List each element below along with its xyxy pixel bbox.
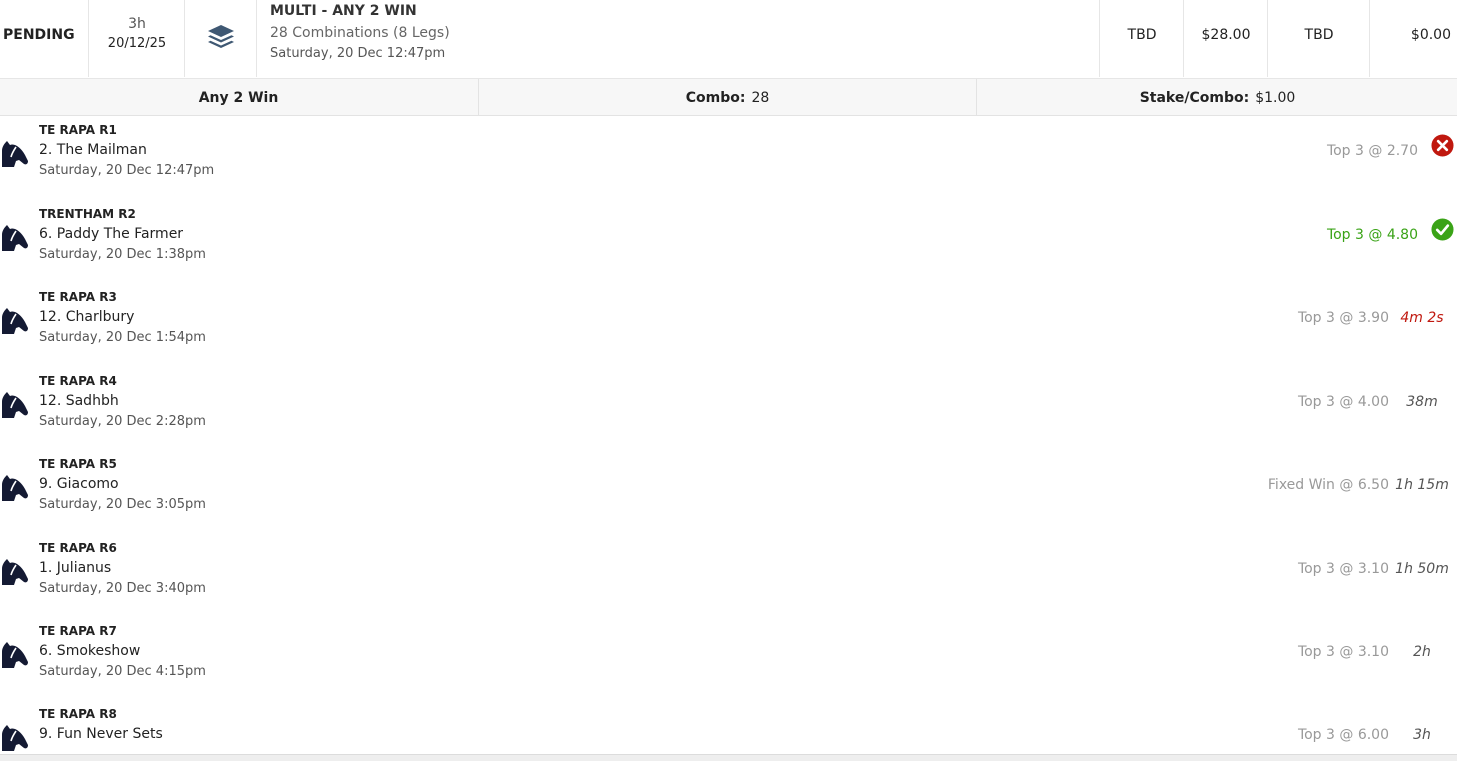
leg-runner: 9. Giacomo <box>39 476 119 492</box>
bet-time-cell: 3h 20/12/25 <box>88 0 185 77</box>
horse-head-icon <box>1 390 29 424</box>
close-circle-icon <box>1431 134 1454 161</box>
leg-odds: Top 3 @ 2.70 <box>1326 143 1418 159</box>
horse-head-icon <box>1 306 29 340</box>
leg-odds: Top 3 @ 3.90 <box>1297 310 1389 326</box>
horse-head-icon <box>1 223 29 257</box>
leg-row[interactable]: TE RAPA R6 1. Julianus Saturday, 20 Dec … <box>0 534 1457 617</box>
leg-countdown: 3h <box>1413 727 1431 743</box>
leg-countdown: 1h 50m <box>1395 561 1449 577</box>
summary-stake-value: $1.00 <box>1255 90 1296 106</box>
leg-countdown: 38m <box>1406 394 1438 410</box>
leg-row[interactable]: TE RAPA R4 12. Sadhbh Saturday, 20 Dec 2… <box>0 367 1457 450</box>
horse-head-icon <box>1 640 29 674</box>
bet-info: MULTI - ANY 2 WIN 28 Combinations (8 Leg… <box>256 0 1098 77</box>
leg-race: TE RAPA R6 <box>39 541 117 555</box>
leg-odds: Top 3 @ 4.00 <box>1297 394 1389 410</box>
leg-runner: 9. Fun Never Sets <box>39 726 163 742</box>
summary-stake: Stake/Combo: $1.00 <box>976 79 1457 115</box>
leg-race: TE RAPA R1 <box>39 123 117 137</box>
leg-row[interactable]: TE RAPA R7 6. Smokeshow Saturday, 20 Dec… <box>0 617 1457 700</box>
leg-row[interactable]: TE RAPA R8 9. Fun Never Sets Top 3 @ 6.0… <box>0 700 1457 754</box>
leg-time: Saturday, 20 Dec 1:54pm <box>39 330 206 345</box>
summary-stake-label: Stake/Combo: <box>1139 90 1250 106</box>
leg-runner: 12. Sadhbh <box>39 393 119 409</box>
leg-race: TE RAPA R3 <box>39 290 117 304</box>
bet-payout: $0.00 <box>1369 0 1457 77</box>
leg-time: Saturday, 20 Dec 4:15pm <box>39 664 206 679</box>
leg-row[interactable]: TRENTHAM R2 6. Paddy The Farmer Saturday… <box>0 200 1457 283</box>
leg-time: Saturday, 20 Dec 3:05pm <box>39 497 206 512</box>
bet-detail-summary: Any 2 Win Combo: 28 Stake/Combo: $1.00 <box>0 79 1457 116</box>
bet-status: PENDING <box>3 27 75 43</box>
leg-odds: Fixed Win @ 6.50 <box>1267 477 1389 493</box>
summary-combo-value: 28 <box>751 90 770 106</box>
leg-countdown: 2h <box>1413 644 1431 660</box>
bet-summary-row[interactable]: PENDING 3h 20/12/25 MULTI - ANY 2 WIN 28… <box>0 0 1457 79</box>
layers-icon <box>207 24 235 54</box>
leg-time: Saturday, 20 Dec 12:47pm <box>39 163 215 178</box>
horse-head-icon <box>1 139 29 173</box>
leg-time: Saturday, 20 Dec 1:38pm <box>39 247 206 262</box>
bet-title: MULTI - ANY 2 WIN <box>270 3 417 19</box>
check-circle-icon <box>1431 218 1454 245</box>
leg-race: TE RAPA R8 <box>39 707 117 721</box>
bet-type-icon-cell <box>184 0 257 77</box>
leg-runner: 2. The Mailman <box>39 142 147 158</box>
leg-odds: Top 3 @ 3.10 <box>1297 561 1389 577</box>
horse-head-icon <box>1 557 29 591</box>
leg-time: Saturday, 20 Dec 2:28pm <box>39 414 206 429</box>
leg-race: TE RAPA R4 <box>39 374 117 388</box>
leg-runner: 6. Paddy The Farmer <box>39 226 184 242</box>
bet-combinations: 28 Combinations (8 Legs) <box>270 25 450 41</box>
leg-odds: Top 3 @ 6.00 <box>1297 727 1389 743</box>
leg-runner: 6. Smokeshow <box>39 643 141 659</box>
bet-stake: $28.00 <box>1183 0 1268 77</box>
horse-head-icon <box>1 723 29 754</box>
leg-race: TE RAPA R5 <box>39 457 117 471</box>
leg-odds: Top 3 @ 3.10 <box>1297 644 1389 660</box>
leg-race: TE RAPA R7 <box>39 624 117 638</box>
leg-runner: 1. Julianus <box>39 560 112 576</box>
leg-odds: Top 3 @ 4.80 <box>1326 227 1418 243</box>
summary-type: Any 2 Win <box>0 79 477 115</box>
leg-row[interactable]: TE RAPA R5 9. Giacomo Saturday, 20 Dec 3… <box>0 450 1457 533</box>
bet-column-3: TBD <box>1267 0 1370 77</box>
leg-row[interactable]: TE RAPA R3 12. Charlbury Saturday, 20 De… <box>0 283 1457 366</box>
bet-time-ago: 3h <box>128 16 146 32</box>
bet-column-1: TBD <box>1099 0 1184 77</box>
leg-countdown: 1h 15m <box>1395 477 1449 493</box>
summary-combo-label: Combo: <box>685 90 746 106</box>
leg-runner: 12. Charlbury <box>39 309 135 325</box>
leg-time: Saturday, 20 Dec 3:40pm <box>39 581 206 596</box>
leg-race: TRENTHAM R2 <box>39 207 136 221</box>
bet-date: 20/12/25 <box>107 36 167 51</box>
bet-placed-time: Saturday, 20 Dec 12:47pm <box>270 46 446 61</box>
summary-combo: Combo: 28 <box>478 79 976 115</box>
leg-row[interactable]: TE RAPA R1 2. The Mailman Saturday, 20 D… <box>0 116 1457 199</box>
leg-countdown: 4m 2s <box>1400 310 1444 326</box>
horse-head-icon <box>1 473 29 507</box>
summary-type-label: Any 2 Win <box>198 90 279 106</box>
